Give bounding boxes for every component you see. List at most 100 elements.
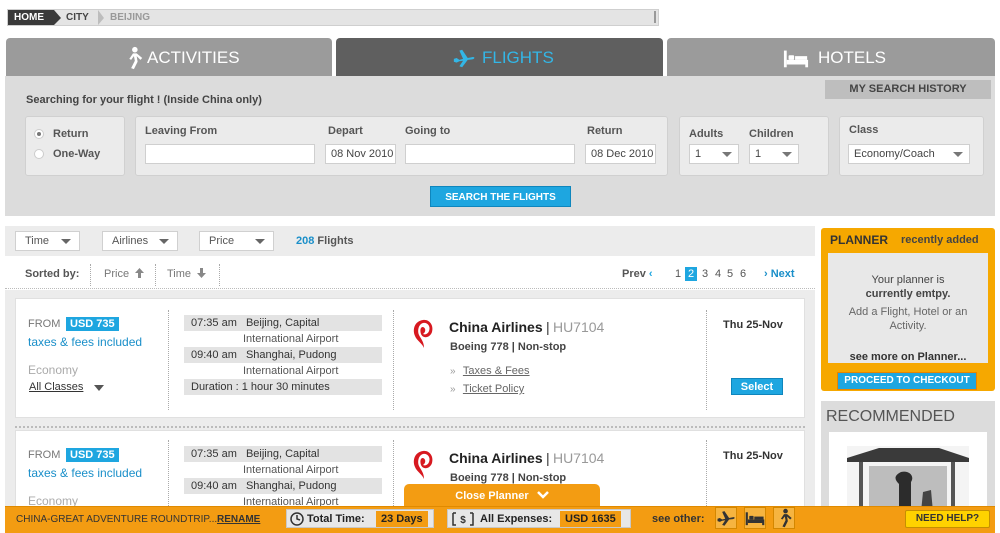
total-time-pill: Total Time: 23 Days [286,509,434,528]
planner-title: PLANNER [830,233,889,247]
sort-by-price[interactable]: Price [104,268,145,280]
class-label: Class [849,124,879,136]
aircraft-info: Boeing 778 | Non-stop [450,341,567,353]
all-classes-dropdown[interactable]: All Classes [29,381,83,393]
departure-row: 07:35 am Beijing, Capital [184,315,382,331]
departure-airport: International Airport [243,333,339,345]
pager-next[interactable]: › Next [764,268,795,280]
flight-count: 208 Flights [296,235,353,247]
time-filter-label: Time [25,235,50,247]
chevron-right-icon: › [764,268,768,280]
price-filter-label: Price [209,235,235,247]
page-6[interactable]: 6 [740,268,746,280]
chevron-down-icon [159,239,169,244]
ticket-policy-link[interactable]: Ticket Policy [463,383,524,395]
all-expenses-value: USD 1635 [560,511,621,527]
walking-icon [129,46,143,70]
page-5[interactable]: 5 [727,268,733,280]
search-title: Searching for your flight ! (Inside Chin… [26,94,262,106]
going-to-input[interactable] [405,144,575,164]
pager-prev[interactable]: Prev ‹ [622,268,653,280]
adults-value: 1 [695,148,702,160]
arrival-time: 09:40 am [191,480,237,492]
one-way-radio[interactable] [34,149,44,159]
tab-hotels[interactable]: HOTELS [667,38,995,76]
page-4[interactable]: 4 [715,268,721,280]
chevron-down-icon [953,152,963,157]
tab-activities-label: ACTIVITIES [147,48,240,67]
return-date-input[interactable]: 08 Dec 2010 [585,144,656,164]
close-planner-label: Close Planner [455,490,529,502]
see-activities-button[interactable] [773,507,795,529]
see-flights-button[interactable] [715,507,737,529]
my-search-history-button[interactable]: MY SEARCH HISTORY [825,80,991,99]
aircraft-info: Boeing 778 | Non-stop [450,472,567,484]
children-select[interactable]: 1 [749,144,799,164]
departure-city: Beijing, Capital [245,448,320,460]
taxes-included-label: taxes & fees included [28,335,143,349]
return-radio[interactable] [34,129,44,139]
arrival-city: Shanghai, Pudong [245,480,337,492]
going-to-label: Going to [405,125,451,137]
bed-icon [783,50,809,68]
page-2-current[interactable]: 2 [685,267,698,281]
arrival-row: 09:40 am Shanghai, Pudong [184,347,382,363]
close-planner-button[interactable]: Close Planner [404,484,600,508]
recommended-photo [847,446,969,512]
breadcrumb-home[interactable]: HOME [8,10,61,25]
class-select[interactable]: Economy/Coach [848,144,970,164]
pager-prev-label: Prev [622,268,646,280]
tab-activities[interactable]: ACTIVITIES [6,38,332,76]
leaving-from-input[interactable] [145,144,315,164]
adults-select[interactable]: 1 [689,144,739,164]
airline-heading: China Airlines | HU7104 [449,450,604,466]
taxes-included-label: taxes & fees included [28,466,143,480]
children-value: 1 [755,148,762,160]
price-filter-select[interactable]: Price [199,231,274,251]
price-badge: USD 735 [66,317,119,331]
page-1[interactable]: 1 [675,268,681,280]
leaving-from-label: Leaving From [145,125,218,137]
chevron-down-icon [61,239,71,244]
airlines-filter-select[interactable]: Airlines [102,231,178,251]
see-more-on-planner-link[interactable]: see more on Planner... [828,351,988,363]
search-flights-button[interactable]: SEARCH THE FLIGHTS [430,186,571,207]
departure-time: 07:35 am [191,317,237,329]
all-expenses-label: All Expenses: [480,513,553,525]
airline-heading: China Airlines | HU7104 [449,319,604,335]
airline-logo-icon [413,450,433,479]
breadcrumb-city[interactable]: CITY [60,10,104,25]
class-value: Economy/Coach [854,148,935,160]
taxes-fees-link[interactable]: Taxes & Fees [463,365,530,377]
chevron-left-icon: ‹ [648,268,653,280]
from-label: FROM [28,318,61,330]
airline-logo-icon [413,319,433,348]
depart-date-input[interactable]: 08 Nov 2010 [325,144,396,164]
return-date-label: Return [587,125,623,137]
sort-by-price-label: Price [104,268,130,280]
from-label: FROM [28,449,61,461]
column-divider [706,310,707,410]
airlines-filter-label: Airlines [112,235,149,247]
heading-separator: | [545,319,550,335]
need-help-button[interactable]: NEED HELP? [905,510,990,528]
planner-empty-line-4: Activity. [889,320,927,332]
breadcrumb-beijing: BEIJING [110,12,151,23]
planner-empty-line-1: Your planner is [871,274,945,286]
time-filter-select[interactable]: Time [15,231,80,251]
select-flight-button[interactable]: Select [731,378,783,395]
tab-flights[interactable]: FLIGHTS [336,38,663,76]
duration-row: Duration : 1 hour 30 minutes [184,379,382,395]
arrival-time: 09:40 am [191,349,237,361]
airline-name: China Airlines [449,450,543,466]
svg-text:$: $ [460,515,466,526]
dollar-bill-icon: $ [452,512,474,526]
airplane-icon [717,511,735,526]
sort-by-time[interactable]: Time [167,268,207,280]
proceed-to-checkout-button[interactable]: PROCEED TO CHECKOUT [837,372,977,390]
page-3[interactable]: 3 [702,268,708,280]
see-hotels-button[interactable] [744,507,766,529]
recommended-image[interactable] [829,432,987,512]
rename-trip-link[interactable]: RENAME [217,514,260,525]
see-other-label: see other: [652,513,705,525]
